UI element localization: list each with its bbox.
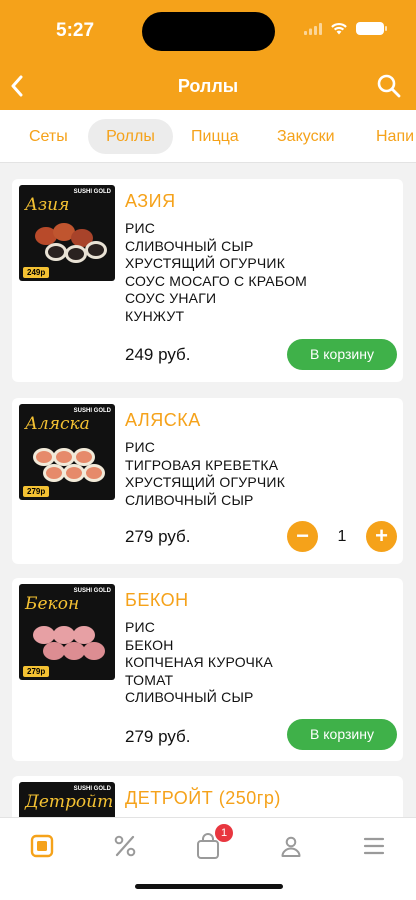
thumb-brand: SUSHI GOLD (73, 189, 111, 195)
thumb-name: Азия (25, 195, 70, 215)
status-icons (304, 22, 387, 35)
nav-promotions[interactable] (107, 828, 143, 864)
product-title: АЗИЯ (125, 191, 176, 211)
thumb-brand: SUSHI GOLD (73, 408, 111, 414)
ingredient: СЛИВОЧНЫЙ СЫР (125, 689, 254, 706)
ingredient: СОУС УНАГИ (125, 290, 217, 307)
signal-icon (304, 22, 322, 35)
product-title: БЕКОН (125, 590, 189, 610)
ingredient: ХРУСТЯЩИЙ ОГУРЧИК (125, 474, 286, 491)
ingredient: КОПЧЕНАЯ КУРОЧКА (125, 654, 273, 671)
product-price: 279 руб. (125, 527, 191, 546)
thumb-price: 249р (23, 267, 50, 278)
ingredient: РИС (125, 220, 156, 236)
ingredient: СЛИВОЧНЫЙ СЫР (125, 491, 254, 508)
thumb-brand: SUSHI GOLD (73, 588, 111, 594)
quantity-value: 1 (337, 528, 347, 545)
product-image: Аляска SUSHI GOLD 279р (19, 404, 115, 500)
wifi-icon (331, 22, 347, 35)
add-to-cart-button[interactable]: В корзину (287, 719, 397, 750)
ingredient: СЛИВОЧНЫЙ СЫР (125, 237, 254, 254)
product-card[interactable]: Бекон SUSHI GOLD 279р БЕКОН РИС БЕКОН КО… (12, 578, 403, 761)
ingredient: КУНЖУТ (125, 307, 185, 324)
nav-cart[interactable]: 1 (190, 824, 233, 864)
product-title: АЛЯСКА (125, 410, 201, 430)
increase-quantity-button[interactable]: + (366, 521, 397, 552)
product-ingredients: РИС ТИГРОВАЯ КРЕВЕТКА ХРУСТЯЩИЙ ОГУРЧИК … (125, 439, 285, 509)
home-indicator[interactable] (135, 884, 283, 889)
thumb-price: 279р (23, 666, 50, 677)
tab-pizza[interactable]: Пицца (175, 119, 255, 154)
product-ingredients: РИС СЛИВОЧНЫЙ СЫР ХРУСТЯЩИЙ ОГУРЧИК СОУС… (125, 220, 307, 326)
product-price: 249 руб. (125, 345, 191, 364)
nav-profile[interactable] (273, 828, 309, 864)
ingredient: БЕКОН (125, 636, 174, 653)
tab-sets[interactable]: Сеты (13, 119, 84, 154)
percent-icon (114, 835, 136, 857)
nav-menu[interactable] (24, 828, 60, 864)
tab-rolls[interactable]: Роллы (88, 119, 173, 154)
top-bar: 5:27 Роллы (0, 0, 416, 110)
product-card[interactable]: Аляска SUSHI GOLD 279р АЛЯСКА РИС ТИГРОВ… (12, 398, 403, 564)
tab-snacks[interactable]: Закуски (261, 119, 351, 154)
ingredient: ТОМАТ (125, 671, 174, 688)
nav-more[interactable] (356, 828, 392, 864)
thumb-name: Аляска (25, 414, 90, 434)
menu-catalog-icon (30, 834, 54, 858)
sushi-pieces (33, 618, 111, 666)
page-title: Роллы (177, 76, 239, 96)
quantity-stepper: − 1 + (287, 521, 397, 552)
hamburger-menu-icon (363, 837, 385, 855)
product-title: ДЕТРОЙТ (250гр) (125, 788, 281, 808)
product-card[interactable]: Азия SUSHI GOLD 249р АЗИЯ РИС СЛИВОЧНЫЙ … (12, 179, 403, 382)
status-time: 5:27 (56, 20, 95, 41)
ingredient: ТИГРОВАЯ КРЕВЕТКА (125, 456, 279, 473)
ingredient: СОУС МОСАГО С КРАБОМ (125, 272, 308, 289)
product-image: Азия SUSHI GOLD 249р (19, 185, 115, 281)
ingredient: РИС (125, 439, 156, 455)
product-image: Бекон SUSHI GOLD 279р (19, 584, 115, 680)
thumb-name: Бекон (25, 594, 80, 614)
battery-icon (356, 22, 387, 35)
decrease-quantity-button[interactable]: − (287, 521, 318, 552)
category-tabs: Сеты Роллы Пицца Закуски Напи (0, 110, 416, 163)
add-to-cart-button[interactable]: В корзину (287, 339, 397, 370)
thumb-name: Детройт (25, 792, 114, 812)
sushi-pieces (33, 219, 111, 267)
search-button[interactable] (376, 73, 402, 99)
ingredient: РИС (125, 619, 156, 635)
cart-badge: 1 (215, 824, 233, 842)
search-icon (377, 74, 401, 98)
product-ingredients: РИС БЕКОН КОПЧЕНАЯ КУРОЧКА ТОМАТ СЛИВОЧН… (125, 619, 273, 707)
profile-icon (281, 836, 301, 857)
product-price: 279 руб. (125, 727, 191, 746)
thumb-price: 279р (23, 486, 50, 497)
ingredient: ХРУСТЯЩИЙ ОГУРЧИК (125, 255, 286, 272)
thumb-brand: SUSHI GOLD (73, 786, 111, 792)
tab-drinks[interactable]: Напи (360, 119, 416, 154)
dynamic-island (142, 12, 275, 51)
sushi-pieces (33, 438, 111, 486)
